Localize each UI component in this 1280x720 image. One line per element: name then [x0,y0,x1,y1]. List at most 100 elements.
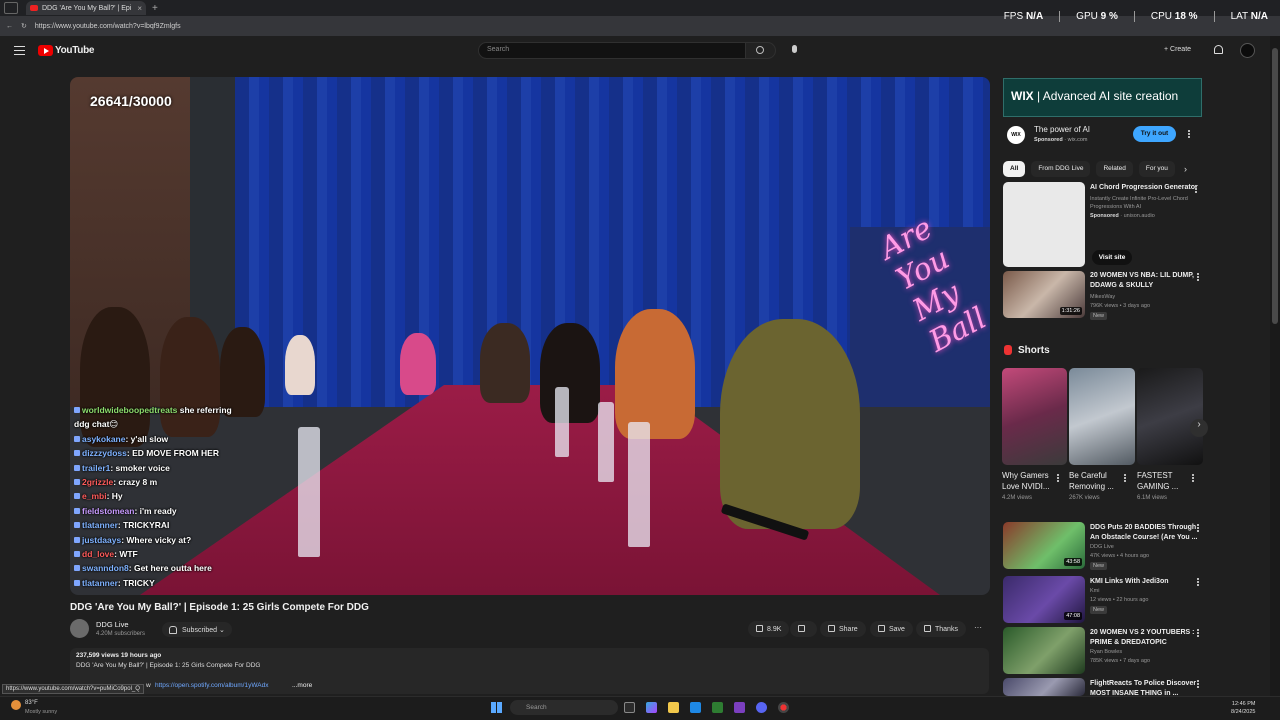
file-explorer-icon[interactable] [668,702,679,713]
chip-from-channel[interactable]: From DDG Live [1031,161,1091,177]
youtube-favicon-icon [30,5,38,11]
scrollbar-thumb[interactable] [1272,48,1278,324]
hamburger-menu-icon[interactable] [14,46,25,55]
create-button[interactable]: + Create [1158,43,1197,58]
search-input[interactable]: Search [478,42,746,59]
cpu-value: 18 % [1174,11,1198,22]
excel-icon[interactable] [712,702,723,713]
visit-site-button[interactable]: Visit site [1092,250,1132,265]
subscribed-button[interactable]: Subscribed ⌄ [162,622,232,637]
thanks-label: Thanks [935,626,958,633]
short-title[interactable]: Why Gamers Love NVIDI... [1002,471,1058,492]
new-tab-button[interactable]: + [152,3,158,14]
short-thumbnail[interactable] [1002,368,1067,465]
description-more-button[interactable]: ...more [292,682,312,689]
video-thumbnail[interactable]: 1:31:26 [1003,271,1085,318]
chip-all[interactable]: All [1003,161,1026,177]
video-thumbnail[interactable]: 47:08 [1003,576,1085,623]
reload-icon[interactable]: ↻ [21,22,27,30]
promoted-title[interactable]: AI Chord Progression Generator [1090,183,1198,193]
more-actions-icon[interactable]: ··· [974,623,982,632]
chat-badge-icon [74,435,80,442]
url-text[interactable]: https://www.youtube.com/watch?v=lbqf9Zml… [35,23,181,30]
video-channel[interactable]: Ryan Bowles [1090,648,1122,657]
task-view-icon[interactable] [624,702,635,713]
video-meta: 47K views • 4 hours ago [1090,553,1150,559]
video-more-icon[interactable] [1197,629,1199,637]
thanks-button[interactable]: Thanks [916,621,966,637]
scene-person [615,309,695,439]
description-prefix: w [146,682,151,689]
promoted-description: Instantly Create Infinite Pro-Level Chor… [1090,196,1188,210]
video-more-icon[interactable] [1197,524,1199,532]
ad-title[interactable]: The power of AI [1034,125,1090,134]
video-title-link[interactable]: FlightReacts To Police Discover MOST INS… [1090,679,1198,695]
chip-related[interactable]: Related [1096,161,1133,177]
onenote-icon[interactable] [734,702,745,713]
video-title-link[interactable]: 20 WOMEN VS 2 YOUTUBERS : PRIME & DREDAT… [1090,628,1198,647]
youtube-logo[interactable]: YouTube [38,45,95,56]
discord-icon[interactable] [756,702,767,713]
window-menu-icon[interactable] [4,2,18,14]
video-more-icon[interactable] [1197,273,1199,281]
try-it-out-button[interactable]: Try it out [1133,126,1176,142]
short-title[interactable]: FASTEST GAMING ... [1137,471,1193,492]
short-thumbnail[interactable] [1069,368,1135,465]
scene-person [400,333,436,395]
ad-more-icon[interactable] [1188,130,1190,138]
promoted-thumbnail[interactable] [1003,182,1085,267]
back-icon[interactable]: ← [6,23,13,30]
video-title-link[interactable]: KMI Links With Jedi3on [1090,577,1198,587]
like-button[interactable]: 8.9K [748,621,790,637]
tab-close-icon[interactable]: × [137,4,142,13]
video-thumbnail[interactable] [1003,627,1085,674]
short-more-icon[interactable] [1124,474,1126,482]
video-duration: 47:08 [1064,612,1082,620]
dislike-button[interactable] [790,621,817,637]
video-more-icon[interactable] [1197,578,1199,586]
video-title-link[interactable]: 20 WOMEN VS NBA: LIL DUMP, DDAWG & SKULL… [1090,271,1198,290]
chevron-right-icon[interactable]: › [1184,164,1187,174]
video-player[interactable]: Are You My Ball 26641/30000 worldwideboo… [70,77,990,595]
chip-for-you[interactable]: For you [1138,161,1175,177]
video-meta: 12 views • 22 hours ago [1090,597,1149,603]
video-duration: 43:58 [1064,558,1082,566]
copilot-icon[interactable] [646,702,657,713]
promoted-more-icon[interactable] [1195,185,1197,193]
subscribed-label: Subscribed [182,627,218,634]
system-clock[interactable]: 12:46 PM 8/24/2025 [1231,700,1255,716]
save-button[interactable]: Save [870,621,913,637]
description-spotify-link[interactable]: https://open.spotify.com/album/1yWAdx [155,682,268,689]
taskbar-search-input[interactable]: Search [510,700,618,715]
windows-start-icon[interactable] [491,702,502,713]
weather-sun-icon[interactable] [11,700,21,710]
share-button[interactable]: Share [820,621,866,637]
edge-icon[interactable] [690,702,701,713]
short-thumbnail[interactable] [1137,368,1203,465]
chat-username: dizzzydoss [82,448,127,459]
chat-badge-icon [74,522,80,529]
notifications-bell-icon[interactable] [1214,45,1223,54]
chrome-icon[interactable] [778,702,789,713]
chat-text: : smoker voice [110,462,170,473]
video-title-link[interactable]: DDG Puts 20 BADDIES Through An Obstacle … [1090,523,1198,542]
video-thumbnail[interactable]: 43:58 [1003,522,1085,569]
account-avatar[interactable] [1240,43,1255,58]
short-more-icon[interactable] [1192,474,1194,482]
video-thumbnail[interactable] [1003,678,1085,696]
video-channel[interactable]: MikesWay [1090,293,1115,302]
short-views: 6.1M views [1137,495,1168,501]
video-channel[interactable]: DDG Live [1090,543,1114,552]
short-title[interactable]: Be Careful Removing ... [1069,471,1125,492]
shorts-next-button[interactable]: › [1190,419,1208,437]
search-button[interactable] [746,42,776,59]
channel-avatar[interactable] [70,619,89,638]
browser-tab-active[interactable]: DDG 'Are You My Ball?' | Epi × [26,1,146,15]
microphone-icon[interactable] [792,45,797,53]
video-more-icon[interactable] [1197,680,1199,688]
video-channel[interactable]: Kmi [1090,587,1099,596]
promoted-domain: · unison.audio [1118,213,1155,219]
gpu-label: GPU [1076,11,1098,22]
short-more-icon[interactable] [1057,474,1059,482]
channel-name[interactable]: DDG Live [96,620,129,629]
